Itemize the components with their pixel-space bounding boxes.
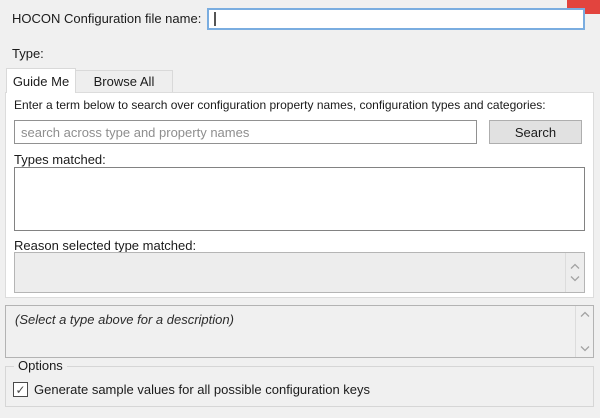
type-label: Type:	[12, 46, 44, 61]
types-matched-listbox[interactable]	[14, 167, 585, 231]
search-button[interactable]: Search	[489, 120, 582, 144]
reason-scrollbar[interactable]	[565, 253, 584, 292]
filename-input[interactable]	[207, 8, 585, 30]
chevron-up-icon[interactable]	[570, 263, 580, 270]
options-legend: Options	[14, 358, 67, 373]
types-matched-label: Types matched:	[14, 152, 106, 167]
reason-matched-label: Reason selected type matched:	[14, 238, 196, 253]
generate-samples-option[interactable]: ✓ Generate sample values for all possibl…	[13, 382, 370, 397]
description-placeholder-text: (Select a type above for a description)	[15, 312, 234, 327]
type-description-box: (Select a type above for a description)	[5, 305, 594, 358]
checkmark-icon: ✓	[15, 384, 25, 396]
description-scrollbar[interactable]	[575, 306, 593, 357]
chevron-down-icon[interactable]	[570, 275, 580, 282]
chevron-up-icon[interactable]	[580, 311, 590, 318]
text-caret-icon	[214, 12, 216, 26]
search-input[interactable]	[14, 120, 477, 144]
tab-browse-all-types[interactable]: Browse All Types	[76, 70, 173, 92]
filename-label: HOCON Configuration file name:	[12, 11, 201, 26]
search-instruction-text: Enter a term below to search over config…	[14, 98, 546, 112]
reason-matched-textbox	[14, 252, 585, 293]
hocon-config-dialog: HOCON Configuration file name: Type: Gui…	[0, 0, 600, 418]
generate-samples-checkbox[interactable]: ✓	[13, 382, 28, 397]
generate-samples-label: Generate sample values for all possible …	[34, 382, 370, 397]
tab-guide-me[interactable]: Guide Me	[6, 68, 76, 93]
chevron-down-icon[interactable]	[580, 345, 590, 352]
